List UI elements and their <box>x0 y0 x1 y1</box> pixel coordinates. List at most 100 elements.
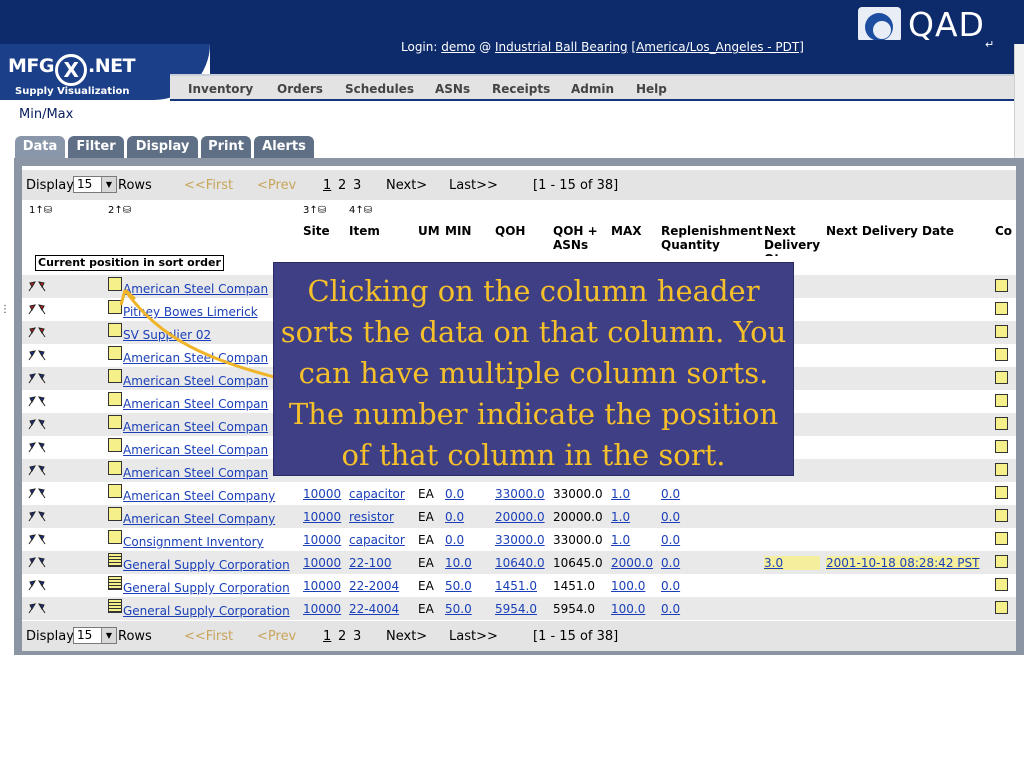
column-next-delivery-date[interactable]: Next Delivery Date <box>826 224 954 238</box>
cell-site[interactable]: 10000 <box>303 510 341 524</box>
comment-note-icon[interactable] <box>995 371 1008 384</box>
note-icon[interactable] <box>108 369 122 383</box>
cell-site[interactable]: 10000 <box>303 579 341 593</box>
supplier-link[interactable]: American Steel Compan <box>123 443 268 457</box>
nav-asns[interactable]: ASNs <box>435 82 470 96</box>
supplier-link[interactable]: American Steel Company <box>123 489 275 503</box>
note-icon[interactable] <box>108 438 122 452</box>
supplier-link[interactable]: American Steel Compan <box>123 351 268 365</box>
cell-item[interactable]: capacitor <box>349 533 405 547</box>
supplier-link[interactable]: General Supply Corporation <box>123 558 290 572</box>
nav-receipts[interactable]: Receipts <box>492 82 550 96</box>
first-link[interactable]: <<First <box>184 178 233 193</box>
cell-min[interactable]: 0.0 <box>445 533 464 547</box>
logout-icon[interactable]: ↵ <box>985 38 994 51</box>
cell-ndd[interactable]: 2001-10-18 08:28:42 PST <box>826 556 980 570</box>
cell-site[interactable]: 10000 <box>303 487 341 501</box>
chevron-down-icon[interactable]: ▼ <box>101 628 116 643</box>
column-max[interactable]: MAX <box>611 224 641 238</box>
note-icon[interactable] <box>108 576 122 590</box>
comment-note-icon[interactable] <box>995 302 1008 315</box>
supplier-link[interactable]: American Steel Compan <box>123 397 268 411</box>
cell-item[interactable]: 22-2004 <box>349 579 399 593</box>
cell-repl[interactable]: 0.0 <box>661 556 680 570</box>
column-um[interactable]: UM <box>418 224 440 238</box>
cell-repl[interactable]: 0.0 <box>661 487 680 501</box>
column-qoh[interactable]: QOH <box>495 224 525 238</box>
login-user-link[interactable]: demo <box>441 40 475 54</box>
supplier-link[interactable]: American Steel Compan <box>123 282 268 296</box>
comment-note-icon[interactable] <box>995 601 1008 614</box>
rows-per-page-select[interactable]: 15 ▼ <box>73 627 117 644</box>
cell-qoh[interactable]: 33000.0 <box>495 533 545 547</box>
prev-link[interactable]: <Prev <box>257 629 296 644</box>
cell-repl[interactable]: 0.0 <box>661 533 680 547</box>
cell-max[interactable]: 100.0 <box>611 602 645 616</box>
page-3-link[interactable]: 3 <box>353 629 361 644</box>
comment-note-icon[interactable] <box>995 509 1008 522</box>
note-icon[interactable] <box>108 300 122 314</box>
login-company-link[interactable]: Industrial Ball Bearing <box>495 40 628 54</box>
comment-note-icon[interactable] <box>995 486 1008 499</box>
note-icon[interactable] <box>108 277 122 291</box>
column-qoh-asns[interactable]: QOH + ASNs <box>553 224 605 252</box>
cell-min[interactable]: 10.0 <box>445 556 472 570</box>
cell-max[interactable]: 100.0 <box>611 579 645 593</box>
column-next-delivery-qty[interactable]: Next Delivery Qty <box>764 224 824 256</box>
last-link[interactable]: Last>> <box>449 629 498 644</box>
note-icon[interactable] <box>108 461 122 475</box>
sort-position-2[interactable]: 2↑⛁ <box>108 204 131 218</box>
supplier-link[interactable]: American Steel Compan <box>123 374 268 388</box>
cell-min[interactable]: 50.0 <box>445 602 472 616</box>
comment-note-icon[interactable] <box>995 348 1008 361</box>
tab-alerts[interactable]: Alerts <box>254 136 314 158</box>
comment-note-icon[interactable] <box>995 417 1008 430</box>
note-icon[interactable] <box>108 553 122 567</box>
page-3-link[interactable]: 3 <box>353 178 361 193</box>
rows-per-page-select[interactable]: 15 ▼ <box>73 176 117 193</box>
sort-position-3[interactable]: 3↑⛁ <box>303 204 326 218</box>
column-replenishment-quantity[interactable]: Replenishment Quantity <box>661 224 762 252</box>
supplier-link[interactable]: SV Supplier 02 <box>123 328 211 342</box>
cell-site[interactable]: 10000 <box>303 533 341 547</box>
tab-data[interactable]: Data <box>15 136 65 158</box>
cell-min[interactable]: 0.0 <box>445 510 464 524</box>
sort-position-1[interactable]: 1↑⛁ <box>29 204 52 218</box>
nav-schedules[interactable]: Schedules <box>345 82 414 96</box>
cell-item[interactable]: resistor <box>349 510 394 524</box>
cell-qoh[interactable]: 33000.0 <box>495 487 545 501</box>
page-1-link[interactable]: 1 <box>323 178 331 193</box>
column-site[interactable]: Site <box>303 224 330 238</box>
note-icon[interactable] <box>108 392 122 406</box>
comment-note-icon[interactable] <box>995 578 1008 591</box>
page-1-link[interactable]: 1 <box>323 629 331 644</box>
nav-inventory[interactable]: Inventory <box>188 82 253 96</box>
cell-max[interactable]: 2000.0 <box>611 556 653 570</box>
comment-note-icon[interactable] <box>995 555 1008 568</box>
comment-note-icon[interactable] <box>995 279 1008 292</box>
supplier-link[interactable]: American Steel Compan <box>123 420 268 434</box>
cell-site[interactable]: 10000 <box>303 602 341 616</box>
cell-site[interactable]: 10000 <box>303 556 341 570</box>
page-2-link[interactable]: 2 <box>338 629 346 644</box>
comment-note-icon[interactable] <box>995 463 1008 476</box>
column-co[interactable]: Co <box>995 224 1012 238</box>
cell-qoh[interactable]: 5954.0 <box>495 602 537 616</box>
cell-item[interactable]: capacitor <box>349 487 405 501</box>
cell-repl[interactable]: 0.0 <box>661 579 680 593</box>
next-link[interactable]: Next> <box>386 178 427 193</box>
nav-admin[interactable]: Admin <box>571 82 614 96</box>
last-link[interactable]: Last>> <box>449 178 498 193</box>
cell-max[interactable]: 1.0 <box>611 487 630 501</box>
note-icon[interactable] <box>108 323 122 337</box>
note-icon[interactable] <box>108 415 122 429</box>
tab-print[interactable]: Print <box>201 136 251 158</box>
column-min[interactable]: MIN <box>445 224 471 238</box>
supplier-link[interactable]: American Steel Compan <box>123 466 268 480</box>
cell-repl[interactable]: 0.0 <box>661 602 680 616</box>
note-icon[interactable] <box>108 346 122 360</box>
tab-display[interactable]: Display <box>127 136 198 158</box>
cell-qoh[interactable]: 10640.0 <box>495 556 545 570</box>
comment-note-icon[interactable] <box>995 532 1008 545</box>
comment-note-icon[interactable] <box>995 440 1008 453</box>
